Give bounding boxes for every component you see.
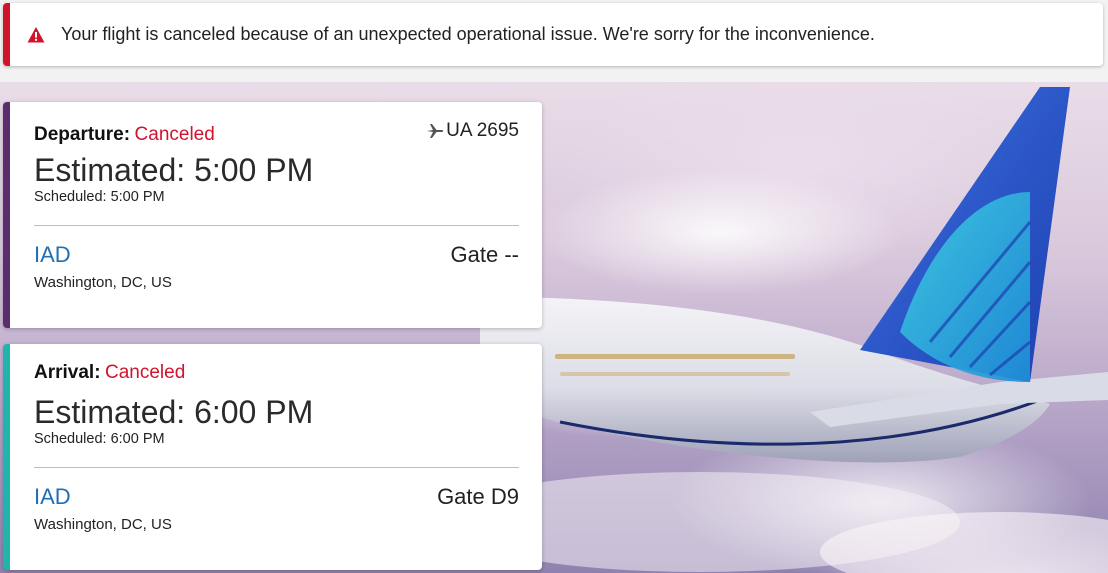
divider xyxy=(34,225,519,226)
arrival-card: Arrival: Canceled Estimated: 6:00 PM Sch… xyxy=(3,344,542,570)
airplane-icon xyxy=(426,122,444,140)
departure-scheduled-time: Scheduled: 5:00 PM xyxy=(34,189,165,205)
arrival-status: Canceled xyxy=(104,362,186,383)
arrival-city: Washington, DC, US xyxy=(34,516,172,533)
arrival-airport-link[interactable]: IAD xyxy=(34,484,71,510)
arrival-status-row: Arrival: Canceled xyxy=(34,362,519,388)
cancellation-alert: Your flight is canceled because of an un… xyxy=(3,3,1103,66)
departure-city: Washington, DC, US xyxy=(34,274,172,291)
divider xyxy=(34,467,519,468)
arrival-estimated-time: Estimated: 6:00 PM xyxy=(34,394,314,430)
arrival-label: Arrival: xyxy=(34,362,101,383)
arrival-scheduled-time: Scheduled: 6:00 PM xyxy=(34,431,165,447)
departure-gate: Gate -- xyxy=(450,242,519,267)
departure-label: Departure: xyxy=(34,124,131,145)
warning-triangle-icon xyxy=(27,26,45,44)
departure-status-row: Departure: Canceled UA 2695 xyxy=(34,120,519,146)
alert-message: Your flight is canceled because of an un… xyxy=(61,24,875,44)
departure-airport-link[interactable]: IAD xyxy=(34,242,71,268)
departure-estimated-time: Estimated: 5:00 PM xyxy=(34,152,314,188)
flight-number: UA 2695 xyxy=(426,120,519,142)
departure-status: Canceled xyxy=(134,124,215,145)
departure-card: Departure: Canceled UA 2695 Estimated: 5… xyxy=(3,102,542,328)
flight-number-text: UA 2695 xyxy=(446,120,519,141)
arrival-gate: Gate D9 xyxy=(437,484,519,509)
